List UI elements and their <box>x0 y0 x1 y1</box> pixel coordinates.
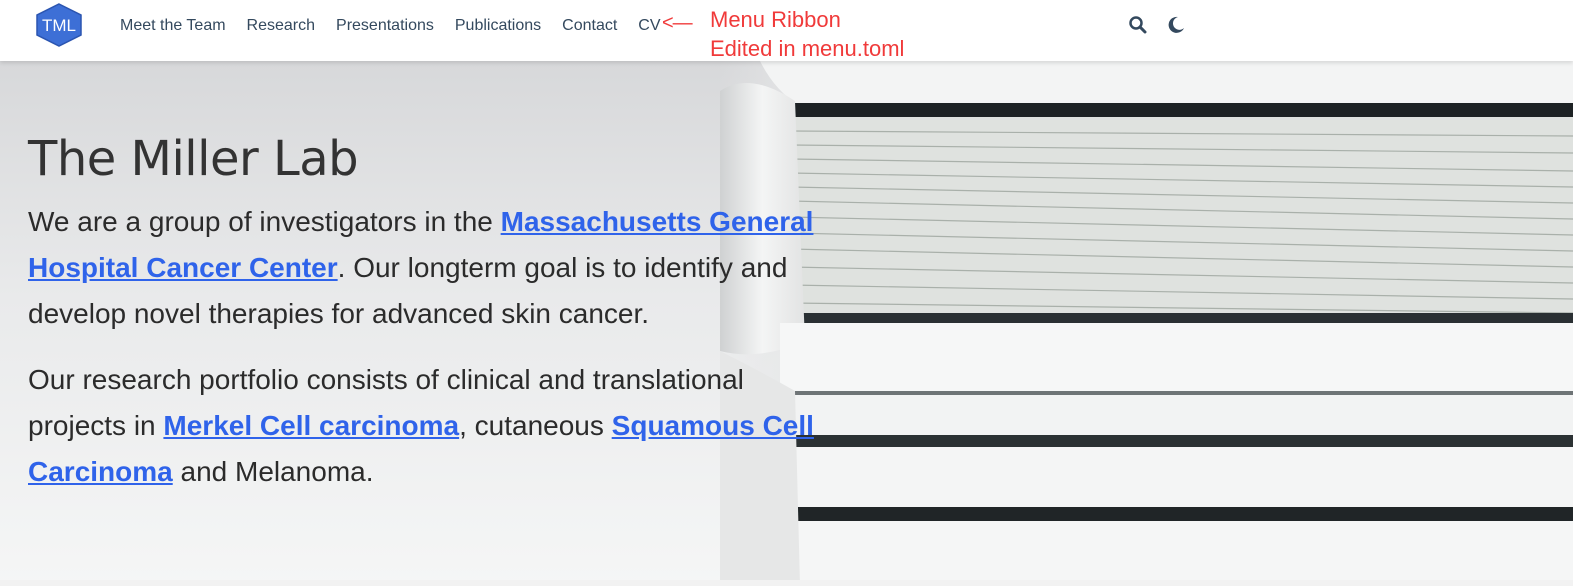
search-icon[interactable] <box>1128 15 1148 35</box>
logo-text: TML <box>42 16 76 35</box>
nav-menu: Meet the Team Research Presentations Pub… <box>120 0 682 52</box>
annotation-line-2: Edited in menu.toml <box>710 36 905 61</box>
hero-content: The Miller Lab We are a group of investi… <box>28 129 818 515</box>
lab-logo[interactable]: TML <box>34 3 84 47</box>
annotation-line-1: Menu Ribbon <box>710 7 841 32</box>
research-text-middle: , cutaneous <box>459 410 612 441</box>
research-text-after: and Melanoma. <box>172 456 374 487</box>
intro-paragraph: We are a group of investigators in the M… <box>28 199 818 337</box>
menu-annotation: Menu Ribbon Edited in menu.toml <box>710 5 904 63</box>
hero-section: The Miller Lab We are a group of investi… <box>0 61 1573 586</box>
nav-link-presentations[interactable]: Presentations <box>336 17 434 35</box>
nav-link-research[interactable]: Research <box>247 17 315 35</box>
navbar: TML Meet the Team Research Presentations… <box>0 0 1573 61</box>
bottom-divider <box>0 580 1573 586</box>
nav-link-cv[interactable]: CV <box>638 17 660 35</box>
moon-icon[interactable] <box>1166 15 1186 35</box>
annotation-arrow: <— <box>662 12 693 34</box>
intro-text-before: We are a group of investigators in the <box>28 206 501 237</box>
nav-link-publications[interactable]: Publications <box>455 17 541 35</box>
nav-link-contact[interactable]: Contact <box>562 17 617 35</box>
merkel-cell-link[interactable]: Merkel Cell carcinoma <box>163 410 459 441</box>
research-paragraph: Our research portfolio consists of clini… <box>28 357 818 495</box>
nav-link-meet-the-team[interactable]: Meet the Team <box>120 17 226 35</box>
page-title: The Miller Lab <box>28 131 359 187</box>
